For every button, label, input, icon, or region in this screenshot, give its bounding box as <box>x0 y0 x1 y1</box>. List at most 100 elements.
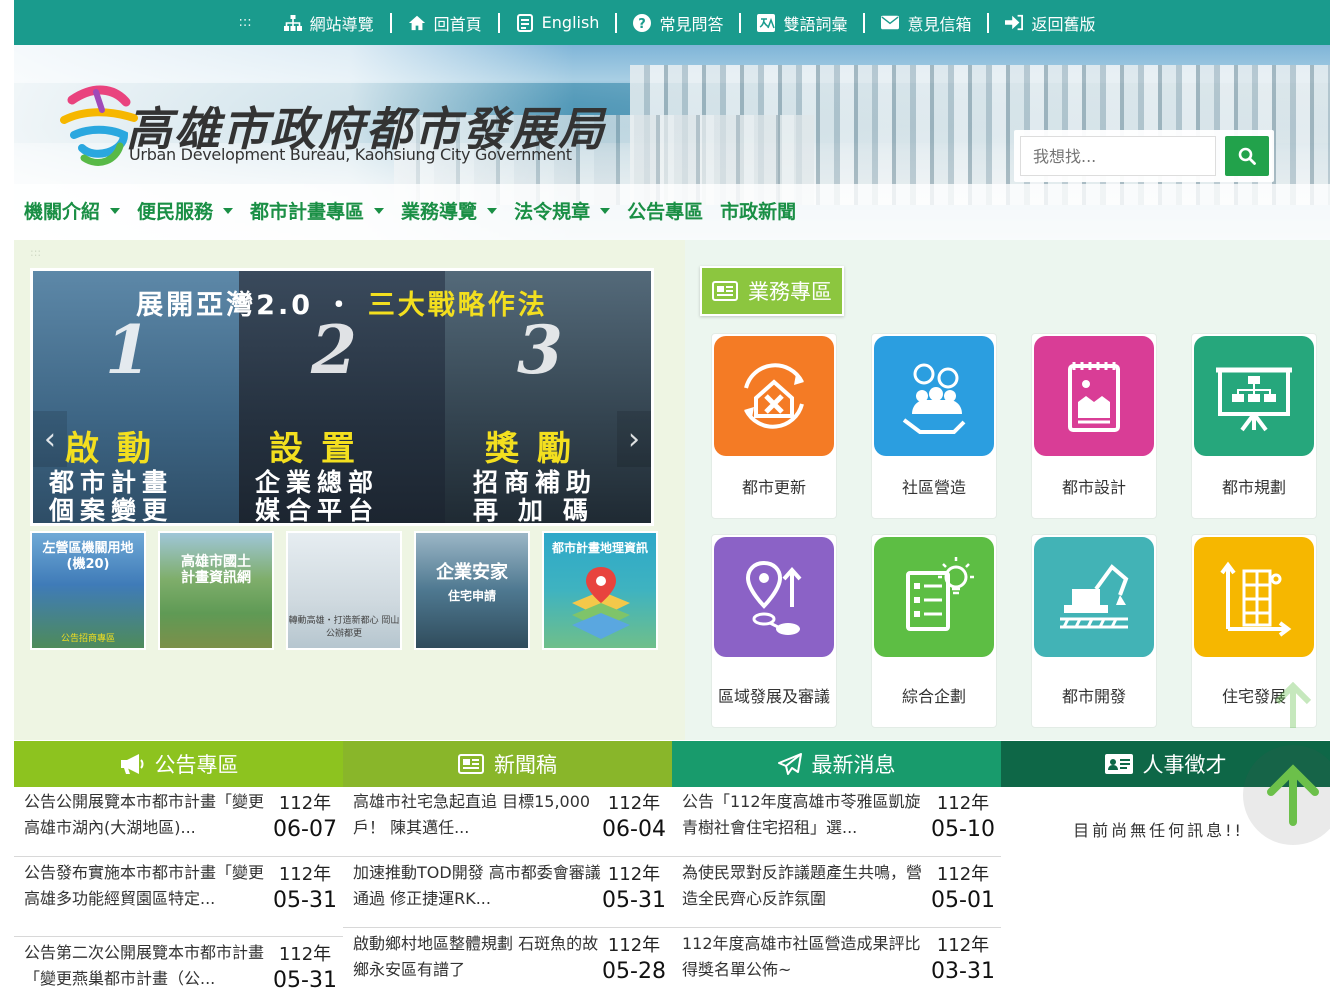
utility-glossary-link[interactable]: 雙語詞彙 <box>747 11 857 35</box>
utility-old-version-label: 返回舊版 <box>1031 14 1096 34</box>
sitemap-icon <box>283 14 302 32</box>
nav-regulations[interactable]: 法令規章 <box>514 197 611 224</box>
tile-urban-renewal[interactable]: 都市更新 <box>711 333 837 519</box>
regional-development-icon <box>714 537 834 657</box>
list-item[interactable]: 公告公開展覽本市都市計畫「變更高雄市湖內(大湖地區)... 112年 06-07 <box>14 787 343 857</box>
item-title: 加速推動TOD開發 高市都委會審議通過 修正捷運RK... <box>353 863 601 908</box>
nav-city-news[interactable]: 市政新聞 <box>720 197 796 224</box>
utility-glossary-label: 雙語詞彙 <box>783 14 848 34</box>
section-title: 新聞稿 <box>494 753 557 777</box>
item-title: 為使民眾對反詐議題產生共鳴，營造全民齊心反詐氛圍 <box>682 863 923 908</box>
banner-gangshan-renewal[interactable]: 轉動高雄・打造新都心 岡山公辦都更 <box>286 531 402 650</box>
nav-label: 便民服務 <box>137 201 214 223</box>
section-latest-header[interactable]: 最新消息 <box>672 741 1001 787</box>
divider <box>389 12 392 33</box>
banner-caption: 公告招商專區 <box>60 634 115 644</box>
business-zone-heading: 業務專區 <box>700 266 844 316</box>
section-announcements-header[interactable]: 公告專區 <box>14 741 343 787</box>
divider <box>987 12 990 33</box>
item-year: 112年 <box>607 793 661 814</box>
banner-land-planning-info[interactable]: 高雄市國土 計畫資訊網 <box>158 531 274 650</box>
tile-regional-development[interactable]: 區域發展及審議 <box>711 534 837 728</box>
utility-sitemap-link[interactable]: 網站導覽 <box>274 11 384 35</box>
tile-label: 社區營造 <box>901 478 966 497</box>
list-item[interactable]: 加速推動TOD開發 高市都委會審議通過 修正捷運RK... 112年 05-31 <box>343 858 672 928</box>
carousel-line-2b: 媒合平台 <box>255 496 380 525</box>
tile-urban-design[interactable]: 都市設計 <box>1031 333 1157 519</box>
search-icon <box>1238 147 1256 165</box>
nav-label: 法令規章 <box>514 201 591 223</box>
nav-label: 都市計畫專區 <box>250 201 365 223</box>
item-date: 05-10 <box>931 817 995 842</box>
carousel-prev-button[interactable]: ‹ <box>33 411 67 467</box>
banner-subtitle: 計畫資訊網 <box>181 570 251 586</box>
carousel-number-3: 3 <box>517 311 563 389</box>
utility-faq-link[interactable]: ? 常見問答 <box>623 11 733 35</box>
search-button[interactable] <box>1225 136 1269 176</box>
list-item[interactable]: 112年度高雄市社區營造成果評比 得獎名單公佈~ 112年 03-31 <box>672 929 1001 995</box>
nav-agency-intro[interactable]: 機關介紹 <box>24 197 121 224</box>
utility-home-link[interactable]: 回首頁 <box>398 11 492 35</box>
list-item[interactable]: 公告「112年度高雄市苓雅區凱旋青樹社會住宅招租」選... 112年 05-10 <box>672 787 1001 857</box>
id-card-icon <box>1104 754 1133 774</box>
utility-mailbox-link[interactable]: 意見信箱 <box>871 11 981 35</box>
chevron-right-icon: › <box>628 421 640 457</box>
banner-gis[interactable]: 都市計畫地理資訊 <box>542 531 658 650</box>
item-date: 06-07 <box>273 817 337 842</box>
section-press-header[interactable]: 新聞稿 <box>343 741 672 787</box>
tile-urban-development[interactable]: 都市開發 <box>1031 534 1157 728</box>
arrow-up-icon <box>1274 682 1312 728</box>
nav-urban-planning-zone[interactable]: 都市計畫專區 <box>250 197 385 224</box>
list-item[interactable]: 啟動鄉村地區整體規劃 石斑魚的故鄉永安區有譜了 112年 05-28 <box>343 929 672 995</box>
press-list: 高雄市社宅急起直追 目標15,000戶！ 陳其邁任... 112年 06-04 … <box>343 787 672 995</box>
tile-urban-planning[interactable]: 都市規劃 <box>1191 333 1317 519</box>
list-item[interactable]: 為使民眾對反詐議題產生共鳴，營造全民齊心反詐氛圍 112年 05-01 <box>672 858 1001 928</box>
search-input[interactable] <box>1020 136 1216 176</box>
banner-enterprise-housing[interactable]: 企業安家 住宅申請 <box>414 531 530 650</box>
nav-public-services[interactable]: 便民服務 <box>137 197 234 224</box>
section-title: 人事徵才 <box>1142 753 1227 777</box>
site-header: 高雄市政府都市發展局 Urban Development Bureau, Kao… <box>14 45 1330 240</box>
tile-label: 都市更新 <box>741 478 806 497</box>
tile-community[interactable]: 社區營造 <box>871 333 997 519</box>
divider <box>863 12 866 33</box>
tile-comprehensive-planning[interactable]: 綜合企劃 <box>871 534 997 728</box>
list-item[interactable]: 公告發布實施本市都市計畫「變更高雄多功能經貿園區特定... 112年 05-31 <box>14 858 343 937</box>
tile-label: 都市規劃 <box>1221 478 1286 497</box>
carousel-next-button[interactable]: › <box>617 411 651 467</box>
content-anchor[interactable]: ::: <box>30 246 41 259</box>
urban-development-icon <box>1034 537 1154 657</box>
item-date: 03-31 <box>931 959 995 984</box>
banner-title: 高雄市國土 <box>181 554 251 570</box>
accesskey-anchor[interactable]: ::: <box>238 15 251 30</box>
page: ::: 網站導覽 回首頁 English ? 常見問答 雙語詞彙 意見信箱 返回… <box>0 0 1341 995</box>
english-icon <box>516 13 534 32</box>
item-year: 112年 <box>936 935 990 956</box>
banner-caption: 轉動高雄・打造新都心 岡山公辦都更 <box>288 616 400 639</box>
carousel-number-1: 1 <box>105 311 151 389</box>
return-icon <box>1005 14 1024 32</box>
utility-mailbox-label: 意見信箱 <box>907 14 972 34</box>
divider <box>739 12 742 33</box>
nav-label: 業務導覽 <box>401 201 478 223</box>
map-pin-icon <box>572 567 630 639</box>
utility-english-link[interactable]: English <box>506 13 610 32</box>
nav-announcements[interactable]: 公告專區 <box>627 197 703 224</box>
urban-design-icon <box>1034 336 1154 456</box>
banner-subtitle: (機20) <box>66 557 110 572</box>
chevron-left-icon: ‹ <box>44 421 56 457</box>
caret-down-icon <box>374 207 385 214</box>
item-year: 112年 <box>278 864 332 885</box>
list-item[interactable]: 高雄市社宅急起直追 目標15,000戶！ 陳其邁任... 112年 06-04 <box>343 787 672 857</box>
list-item[interactable]: 公告第二次公開展覽本市都市計畫「變更燕巢都市計畫（公... 112年 05-31 <box>14 938 343 995</box>
newspaper-icon <box>458 754 484 774</box>
urban-planning-icon <box>1194 336 1314 456</box>
nav-label: 機關介紹 <box>24 201 101 223</box>
nav-business-guide[interactable]: 業務導覽 <box>401 197 498 224</box>
utility-old-version-link[interactable]: 返回舊版 <box>995 11 1105 35</box>
banner-zuoying-land[interactable]: 左營區機關用地 (機20) 公告招商專區 <box>30 531 146 650</box>
hero-carousel[interactable]: 展開亞灣2.0 ・ 三大戰略作法 1 2 3 啟動 設置 獎勵 都市計畫 個案變… <box>30 268 654 526</box>
tile-label: 都市設計 <box>1061 478 1126 497</box>
newspaper-icon <box>712 281 738 301</box>
mail-icon <box>881 14 900 32</box>
